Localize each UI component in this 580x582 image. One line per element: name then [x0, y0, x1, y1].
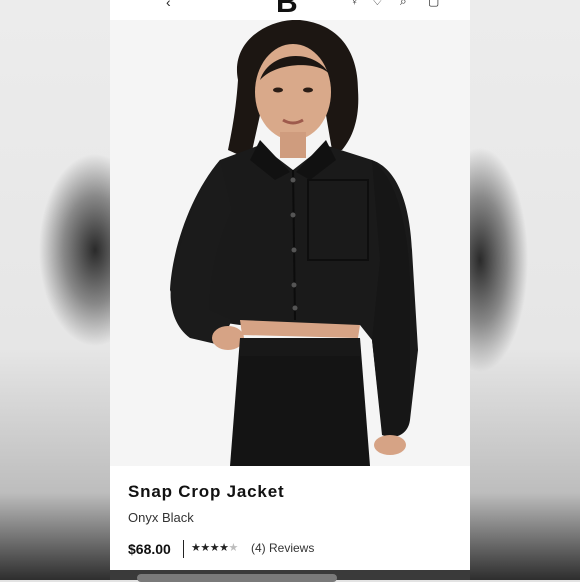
background-blur-left [0, 0, 112, 580]
rating-stars[interactable]: ★★★★★ [191, 541, 238, 554]
product-title[interactable]: Snap Crop Jacket [128, 482, 284, 502]
star-filled-icon: ★ [209, 542, 220, 554]
background-blur-right [470, 0, 580, 580]
brand-logo[interactable]: B [276, 0, 298, 20]
bag-icon[interactable]: ▢ [428, 0, 439, 8]
star-filled-icon: ★ [219, 542, 229, 554]
top-navigation-bar: ‹ B ♀ ♡ ⌕ ▢ [110, 0, 470, 21]
star-filled-icon: ★ [191, 542, 201, 554]
product-image[interactable] [110, 20, 470, 466]
product-color-name: Onyx Black [128, 510, 194, 525]
star-filled-icon: ★ [200, 542, 210, 554]
product-card: ‹ B ♀ ♡ ⌕ ▢ Snap Crop Jacket Onyx Black … [110, 0, 470, 580]
star-empty-icon: ★ [228, 542, 239, 554]
product-photo-illustration [110, 20, 470, 466]
search-icon[interactable]: ⌕ [400, 0, 407, 9]
user-icon[interactable]: ♀ [350, 0, 359, 8]
bottom-bar-control[interactable] [137, 574, 337, 582]
price-divider [183, 540, 184, 558]
product-info: Snap Crop Jacket Onyx Black $68.00 ★★★★★… [110, 466, 470, 570]
back-arrow-icon[interactable]: ‹ [166, 0, 171, 10]
product-price: $68.00 [128, 541, 171, 557]
reviews-link[interactable]: (4) Reviews [251, 541, 314, 555]
heart-icon[interactable]: ♡ [372, 0, 383, 8]
